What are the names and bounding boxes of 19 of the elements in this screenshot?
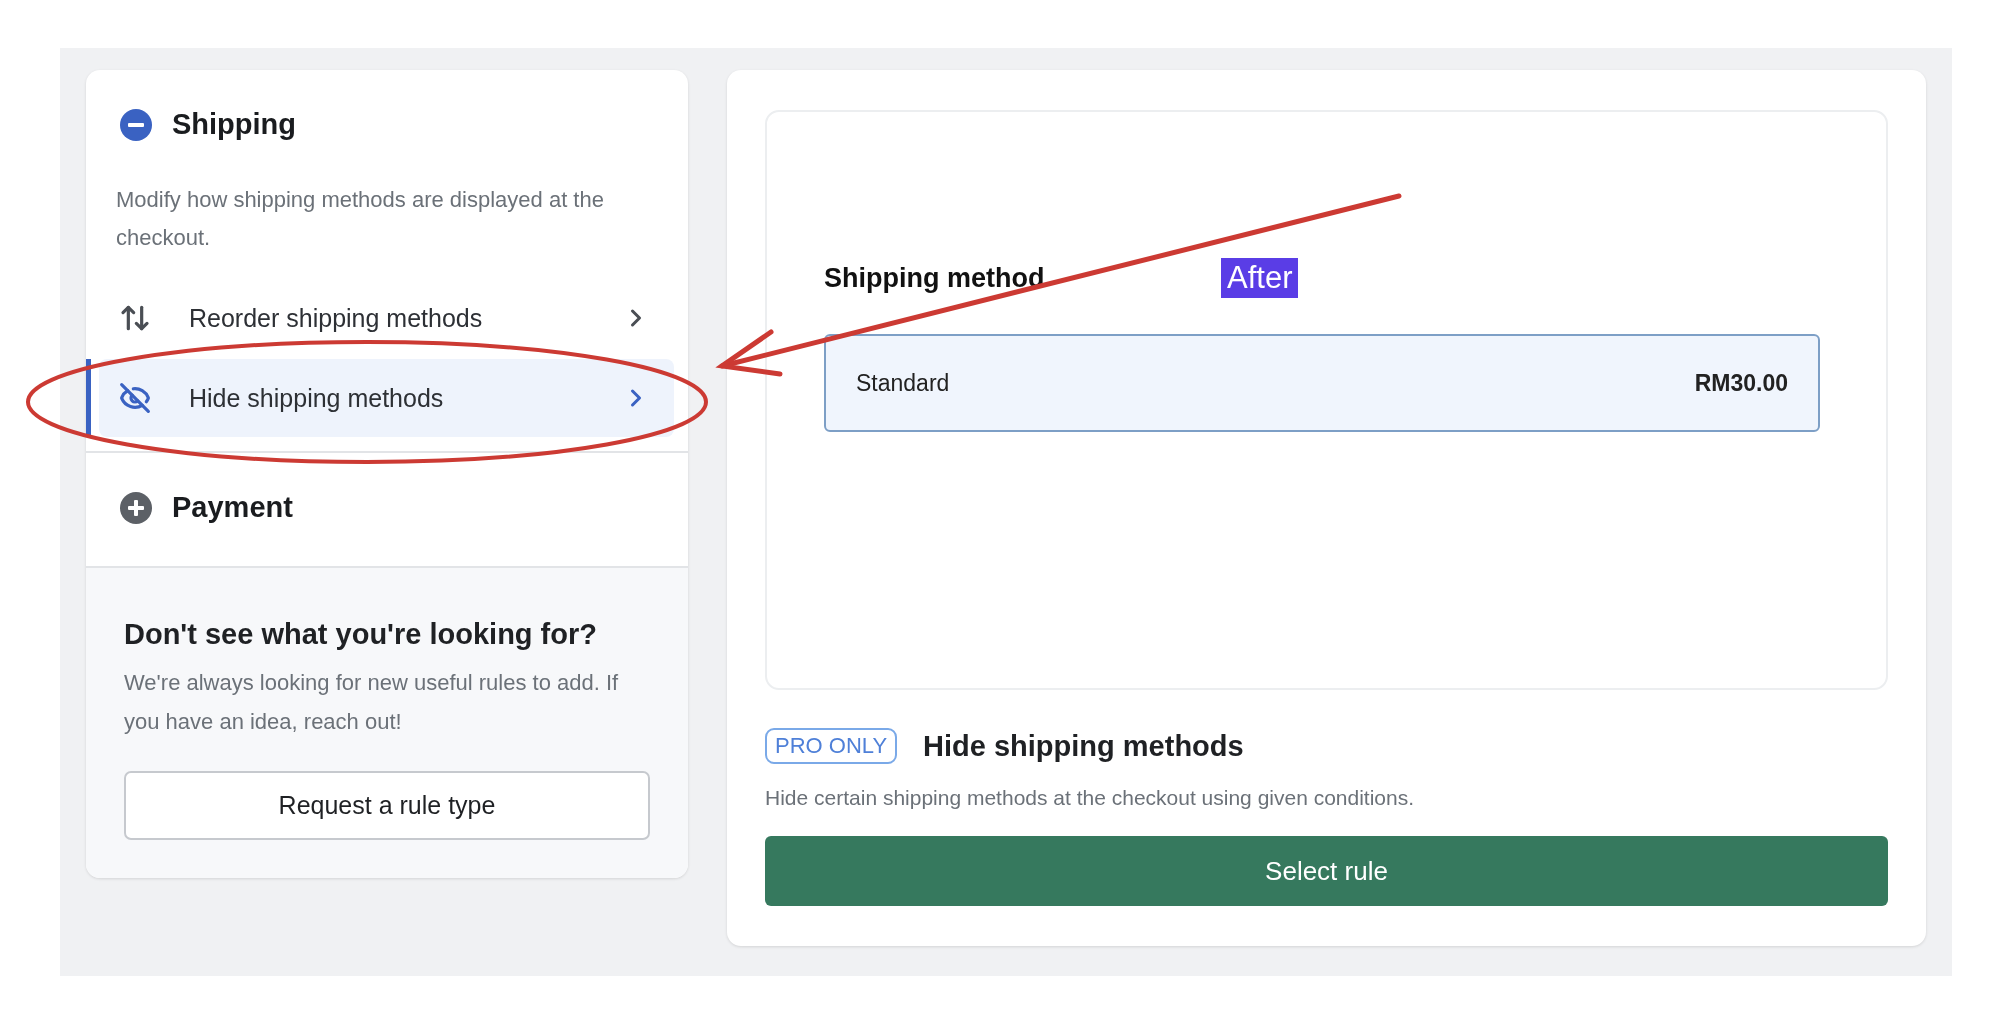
plus-circle-icon[interactable] — [120, 491, 152, 524]
section-description: Modify how shipping methods are displayed at the checkout. — [116, 186, 605, 252]
rule-type-item[interactable]: Hide shipping methods — [99, 359, 674, 437]
section-title[interactable]: Payment — [172, 491, 293, 524]
select-rule-button[interactable]: Select rule — [765, 836, 1888, 906]
rule-type-item[interactable]: Reorder shipping methods — [99, 279, 674, 357]
option-price: RM30.00 — [1694, 369, 1788, 397]
after-badge: After — [1221, 258, 1299, 298]
help-text: We're always looking for new useful rules to add. If you have an idea, reach out! — [124, 669, 620, 736]
help-heading: Don't see what you're looking for? — [124, 618, 598, 651]
pro-only-badge: PRO ONLY — [765, 728, 898, 764]
minus-circle-icon[interactable] — [120, 108, 152, 141]
section-title[interactable]: Shipping — [172, 108, 297, 141]
option-name: Standard — [856, 369, 950, 397]
rule-title: Hide shipping methods — [923, 729, 1244, 763]
request-rule-button[interactable]: Request a rule type — [124, 771, 650, 840]
rule-description: Hide certain shipping methods at the checkout using given conditions. — [765, 786, 1416, 810]
preview-label: Shipping method — [824, 262, 1046, 294]
eye-off-icon — [119, 382, 151, 414]
